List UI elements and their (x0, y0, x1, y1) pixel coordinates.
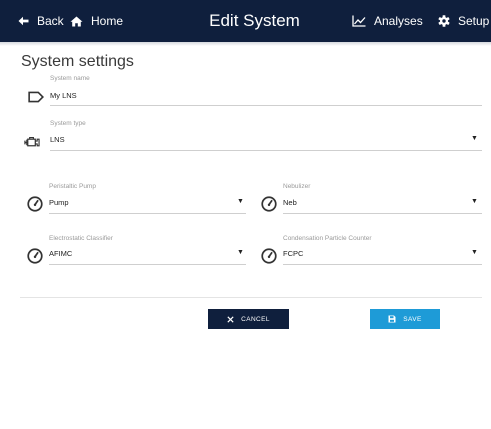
gauge-icon (27, 196, 43, 212)
condensation-particle-counter-underline (283, 264, 482, 265)
section-heading: System settings (21, 53, 134, 70)
condensation-particle-counter-value: FCPC (283, 249, 304, 258)
dropdown-caret-icon: ▼ (471, 198, 478, 205)
nebulizer-underline (283, 213, 482, 214)
cancel-label: CANCEL (241, 315, 270, 323)
analyses-button[interactable]: Analyses (352, 0, 423, 42)
back-label: Back (37, 14, 64, 28)
top-app-bar: Back Home Edit System Analyses Setup (0, 0, 491, 42)
peristaltic-pump-underline (49, 213, 246, 214)
home-label: Home (91, 14, 124, 28)
close-icon (227, 315, 234, 323)
system-type-select[interactable]: System type LNS ▼ (24, 120, 482, 152)
peristaltic-pump-value: Pump (49, 198, 69, 207)
gear-icon (438, 15, 450, 27)
setup-label: Setup (458, 14, 490, 28)
condensation-particle-counter-label: Condensation Particle Counter (283, 235, 372, 242)
electrostatic-classifier-value: AFIMC (49, 249, 73, 258)
electrostatic-classifier-select[interactable]: Electrostatic Classifier AFIMC ▼ (27, 235, 246, 267)
gauge-icon (261, 196, 277, 212)
analyses-label: Analyses (374, 14, 423, 28)
system-type-underline (50, 150, 482, 151)
cancel-button[interactable]: CANCEL (208, 309, 289, 329)
dropdown-caret-icon: ▼ (471, 135, 478, 142)
engine-icon (24, 137, 40, 147)
nebulizer-select[interactable]: Nebulizer Neb ▼ (261, 183, 482, 215)
home-button[interactable]: Home (70, 0, 123, 42)
electrostatic-classifier-underline (49, 264, 246, 265)
system-type-label: System type (50, 120, 86, 127)
arrow-left-icon (18, 16, 29, 26)
electrostatic-classifier-label: Electrostatic Classifier (49, 235, 113, 242)
gauge-icon (27, 248, 43, 264)
system-name-underline (50, 105, 482, 106)
back-button[interactable]: Back (18, 0, 64, 42)
gauge-icon (261, 248, 277, 264)
dropdown-caret-icon: ▼ (237, 249, 244, 256)
condensation-particle-counter-select[interactable]: Condensation Particle Counter FCPC ▼ (261, 235, 482, 267)
setup-button[interactable]: Setup (438, 0, 489, 42)
system-name-value[interactable]: My LNS (50, 91, 77, 100)
line-chart-icon (352, 15, 366, 27)
home-icon (70, 16, 83, 26)
tag-icon (28, 91, 44, 103)
peristaltic-pump-select[interactable]: Peristaltic Pump Pump ▼ (27, 183, 246, 215)
dropdown-caret-icon: ▼ (471, 249, 478, 256)
peristaltic-pump-label: Peristaltic Pump (49, 183, 96, 190)
system-name-field[interactable]: System name My LNS (28, 75, 482, 107)
system-type-value: LNS (50, 135, 65, 144)
system-name-label: System name (50, 75, 90, 82)
save-button[interactable]: SAVE (370, 309, 440, 329)
app-bar-shadow (0, 42, 491, 46)
nebulizer-label: Nebulizer (283, 183, 311, 190)
dropdown-caret-icon: ▼ (237, 198, 244, 205)
section-divider (20, 297, 482, 298)
floppy-disk-icon (388, 315, 396, 323)
nebulizer-value: Neb (283, 198, 297, 207)
save-label: SAVE (403, 315, 422, 323)
